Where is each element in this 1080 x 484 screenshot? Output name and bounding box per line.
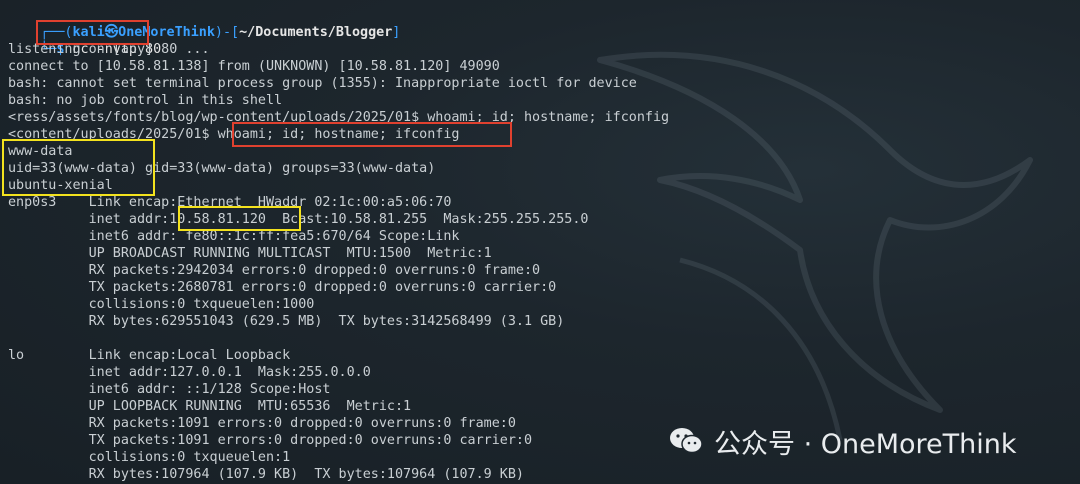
highlight-user-info	[2, 139, 155, 196]
terminal-window[interactable]: ┌──(kali㉿OneMoreThink)-[~/Documents/Blog…	[0, 0, 1080, 484]
output-line: UP BROADCAST RUNNING MULTICAST MTU:1500 …	[8, 246, 492, 261]
output-line: connect to [10.58.81.138] from (UNKNOWN)…	[8, 59, 500, 74]
watermark-text: 公众号 · OneMoreThink	[714, 428, 1017, 460]
output-line: RX packets:2942034 errors:0 dropped:0 ov…	[8, 263, 541, 278]
output-line: inet addr:127.0.0.1 Mask:255.0.0.0	[8, 365, 371, 380]
output-line: TX packets:1091 errors:0 dropped:0 overr…	[8, 433, 533, 448]
highlight-commands	[232, 122, 512, 147]
highlight-nc-command	[36, 20, 149, 45]
highlight-ip-address	[178, 206, 301, 231]
output-line: inet6 addr: ::1/128 Scope:Host	[8, 382, 331, 397]
prompt-close: ]	[392, 25, 401, 40]
output-line: UP LOOPBACK RUNNING MTU:65536 Metric:1	[8, 399, 412, 414]
prompt-path: ~/Documents/Blogger	[239, 25, 393, 40]
output-line: bash: no job control in this shell	[8, 93, 283, 108]
output-line: bash: cannot set terminal process group …	[8, 76, 637, 91]
output-line: RX bytes:629551043 (629.5 MB) TX bytes:3…	[8, 314, 565, 329]
output-line: TX packets:2680781 errors:0 dropped:0 ov…	[8, 280, 557, 295]
output-line: collisions:0 txqueuelen:1	[8, 450, 291, 465]
wechat-icon	[670, 428, 703, 454]
output-line: lo Link encap:Local Loopback	[8, 348, 291, 363]
prompt-separator: )-[	[214, 25, 240, 40]
output-line: RX packets:1091 errors:0 dropped:0 overr…	[8, 416, 516, 431]
kali-dragon-logo	[597, 51, 1033, 441]
output-line: collisions:0 txqueuelen:1000	[8, 297, 315, 312]
watermark: 公众号 · OneMoreThink	[668, 422, 1017, 460]
output-line: RX bytes:107964 (107.9 KB) TX bytes:1079…	[8, 467, 524, 482]
